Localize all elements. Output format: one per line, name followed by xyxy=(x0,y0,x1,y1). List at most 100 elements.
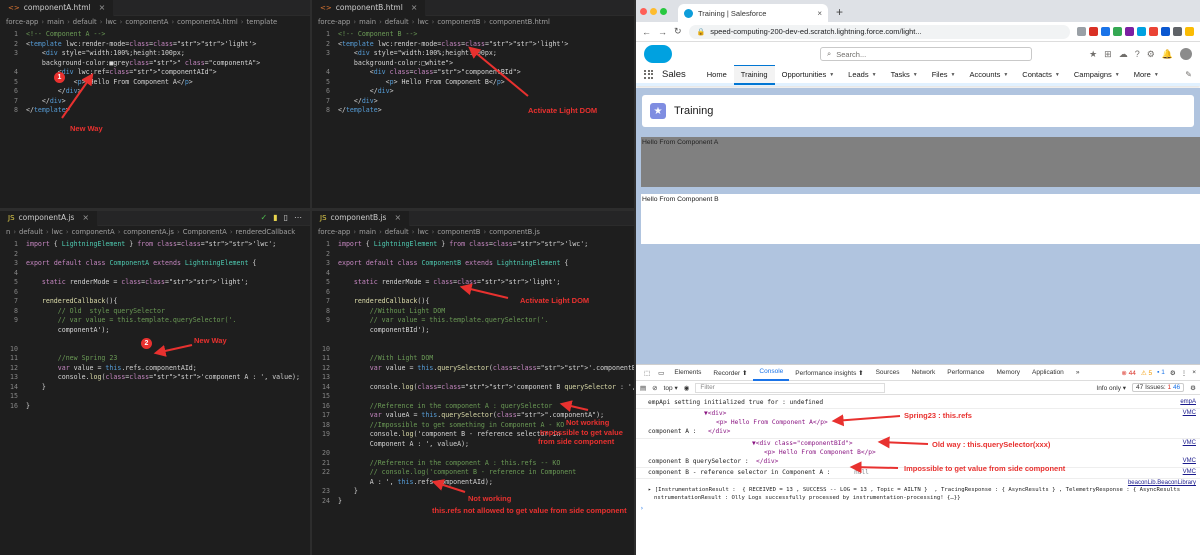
source-link[interactable]: VMC xyxy=(1183,440,1196,446)
breadcrumb-item[interactable]: lwc xyxy=(52,228,63,236)
devtools-tab[interactable]: Memory xyxy=(991,365,1026,381)
nav-item-campaigns[interactable]: Campaigns ▼ xyxy=(1067,65,1127,85)
extension-icon[interactable] xyxy=(1161,27,1170,36)
edit-nav-icon[interactable]: ✎ xyxy=(1185,70,1192,79)
code-line[interactable]: 14 } xyxy=(0,383,310,393)
clear-console-icon[interactable]: ⊘ xyxy=(652,384,657,392)
devtools-tab[interactable]: » xyxy=(1070,365,1086,381)
code-line[interactable]: 15 xyxy=(0,392,310,402)
breadcrumb-item[interactable]: default xyxy=(385,228,409,236)
devtools-tab[interactable]: Elements xyxy=(668,365,707,381)
breadcrumb-item[interactable]: force-app xyxy=(6,18,38,26)
code-line[interactable]: 5 static renderMode = class=class="str">… xyxy=(0,278,310,288)
code-line[interactable] xyxy=(0,335,310,345)
gear-icon[interactable]: ⚙ xyxy=(1170,369,1176,377)
code-line[interactable]: 11 //new Spring 23 xyxy=(0,354,310,364)
code-line[interactable]: 6 xyxy=(0,288,310,298)
devtools-tab[interactable]: Performance insights ⬆ xyxy=(789,365,869,381)
devtools-tab[interactable]: Network xyxy=(905,365,941,381)
deploy-icon[interactable]: ▮ xyxy=(273,213,277,222)
breadcrumb-item[interactable]: main xyxy=(359,18,376,26)
breadcrumb-item[interactable]: force-app xyxy=(318,18,350,26)
code-line[interactable]: 6 </div> xyxy=(0,87,310,97)
more-actions-icon[interactable]: ⋯ xyxy=(294,213,302,222)
code-line[interactable]: componentBId'); xyxy=(312,326,634,336)
code-line[interactable]: 4 <div lwc:ref=class="str">"componentAId… xyxy=(0,68,310,78)
code-line[interactable]: 8 </template> xyxy=(0,106,310,116)
forward-icon[interactable]: → xyxy=(658,27,667,37)
url-input[interactable]: 🔒 speed-computing-200-dev-ed.scratch.lig… xyxy=(688,24,1070,39)
code-line[interactable]: 16 //Reference in the component A : quer… xyxy=(312,402,634,412)
breadcrumb-item[interactable]: n xyxy=(6,228,10,236)
source-link[interactable]: VMC xyxy=(1183,458,1196,464)
window-minimize-dot[interactable] xyxy=(650,8,657,15)
code-line[interactable]: background-color:■greyclass="str">" clas… xyxy=(0,59,310,69)
more-icon[interactable]: ⋮ xyxy=(1181,369,1188,377)
devtools-tab[interactable]: Sources xyxy=(870,365,906,381)
chevron-down-icon[interactable]: ▼ xyxy=(1055,72,1060,78)
avatar[interactable] xyxy=(1180,48,1192,60)
code-line[interactable]: 12 var value = this.refs.componentAId; xyxy=(0,364,310,374)
code-line[interactable]: 3 export default class ComponentB extends… xyxy=(312,259,634,269)
chevron-down-icon[interactable]: ▼ xyxy=(872,72,877,78)
code-line[interactable]: 1 <!-- Component B --> xyxy=(312,30,634,40)
pane-divider[interactable] xyxy=(310,0,312,555)
nav-item-contacts[interactable]: Contacts ▼ xyxy=(1015,65,1067,85)
breadcrumb-item[interactable]: ComponentA xyxy=(183,228,227,236)
reload-icon[interactable]: ↻ xyxy=(674,26,682,37)
code-area[interactable]: 1 <!-- Component B --> 2 <template lwc:rend… xyxy=(312,30,634,116)
extension-icon[interactable] xyxy=(1149,27,1158,36)
code-line[interactable]: 9 // var value = this.template.querySele… xyxy=(312,316,634,326)
breadcrumb-item[interactable]: lwc xyxy=(105,18,116,26)
window-close-dot[interactable] xyxy=(640,8,647,15)
sidebar-toggle-icon[interactable]: ▤ xyxy=(640,384,646,392)
code-line[interactable]: 3 export default class ComponentA extends… xyxy=(0,259,310,269)
code-line[interactable]: 8 // Old style querySelector xyxy=(0,307,310,317)
source-link[interactable]: beaconLib.BeaconLibrary xyxy=(1128,480,1196,486)
favorites-icon[interactable]: ★ xyxy=(1089,49,1097,60)
code-line[interactable]: 2 xyxy=(312,250,634,260)
source-link[interactable]: VMC xyxy=(1183,469,1196,475)
code-line[interactable]: 4 xyxy=(312,269,634,279)
devtools-tab[interactable]: Recorder ⬆ xyxy=(707,365,753,381)
breadcrumb-item[interactable]: main xyxy=(47,18,64,26)
code-line[interactable] xyxy=(312,335,634,345)
breadcrumb-item[interactable]: componentA xyxy=(72,228,115,236)
close-icon[interactable]: × xyxy=(99,3,106,12)
extension-icon[interactable] xyxy=(1173,27,1182,36)
browser-tab[interactable]: Training | Salesforce × xyxy=(678,4,828,22)
code-area[interactable]: 1 import { LightningElement } from class=… xyxy=(0,240,310,411)
code-line[interactable]: 16} xyxy=(0,402,310,412)
bell-icon[interactable]: 🔔 xyxy=(1162,49,1173,60)
log-levels-select[interactable]: Info only ▾ xyxy=(1096,384,1126,392)
inspect-icon[interactable]: ⬚ xyxy=(640,369,654,377)
code-line[interactable]: 21 //Reference in the component A : this… xyxy=(312,459,634,469)
console-line[interactable]: ▼<div class="componentBId"> xyxy=(752,440,853,447)
code-line[interactable]: 3 <div style="width:100%;height:100px; xyxy=(0,49,310,59)
device-toolbar-icon[interactable]: ▭ xyxy=(654,369,668,377)
code-line[interactable]: 13 console.log(class=class="str">"str">'… xyxy=(0,373,310,383)
code-line[interactable]: 3 <div style="width:100%;height:100px; xyxy=(312,49,634,59)
window-zoom-dot[interactable] xyxy=(660,8,667,15)
issues-button[interactable]: 47 Issues: 1 46 xyxy=(1132,383,1185,392)
code-line[interactable]: 5 <p> Hello From Component A</p> xyxy=(0,78,310,88)
breadcrumb-item[interactable]: componentA.js xyxy=(123,228,174,236)
code-line[interactable]: 8 //Without Light DOM xyxy=(312,307,634,317)
code-line[interactable]: 4 <div class=class="str">"componentBId"> xyxy=(312,68,634,78)
extension-icon[interactable] xyxy=(1077,27,1086,36)
code-line[interactable]: 6 </div> xyxy=(312,87,634,97)
extension-icon[interactable] xyxy=(1113,27,1122,36)
gear-icon[interactable]: ⚙ xyxy=(1147,49,1155,60)
close-icon[interactable]: × xyxy=(1192,369,1196,376)
breadcrumb-item[interactable]: default xyxy=(73,18,97,26)
breadcrumb-item[interactable]: componentB.js xyxy=(489,228,540,236)
global-search-input[interactable]: ⌕ Search... xyxy=(820,47,1032,61)
devtools-tab[interactable]: Performance xyxy=(941,365,990,381)
code-line[interactable]: 4 xyxy=(0,269,310,279)
code-line[interactable]: 2 <template lwc:render-mode=class=class="… xyxy=(312,40,634,50)
breadcrumb-item[interactable]: default xyxy=(385,18,409,26)
code-line[interactable]: 9 // var value = this.template.querySele… xyxy=(0,316,310,326)
code-line[interactable]: 22 // console.log('component B - referen… xyxy=(312,468,634,478)
breadcrumb-item[interactable]: componentB xyxy=(437,18,480,26)
nav-item-leads[interactable]: Leads ▼ xyxy=(841,65,883,85)
